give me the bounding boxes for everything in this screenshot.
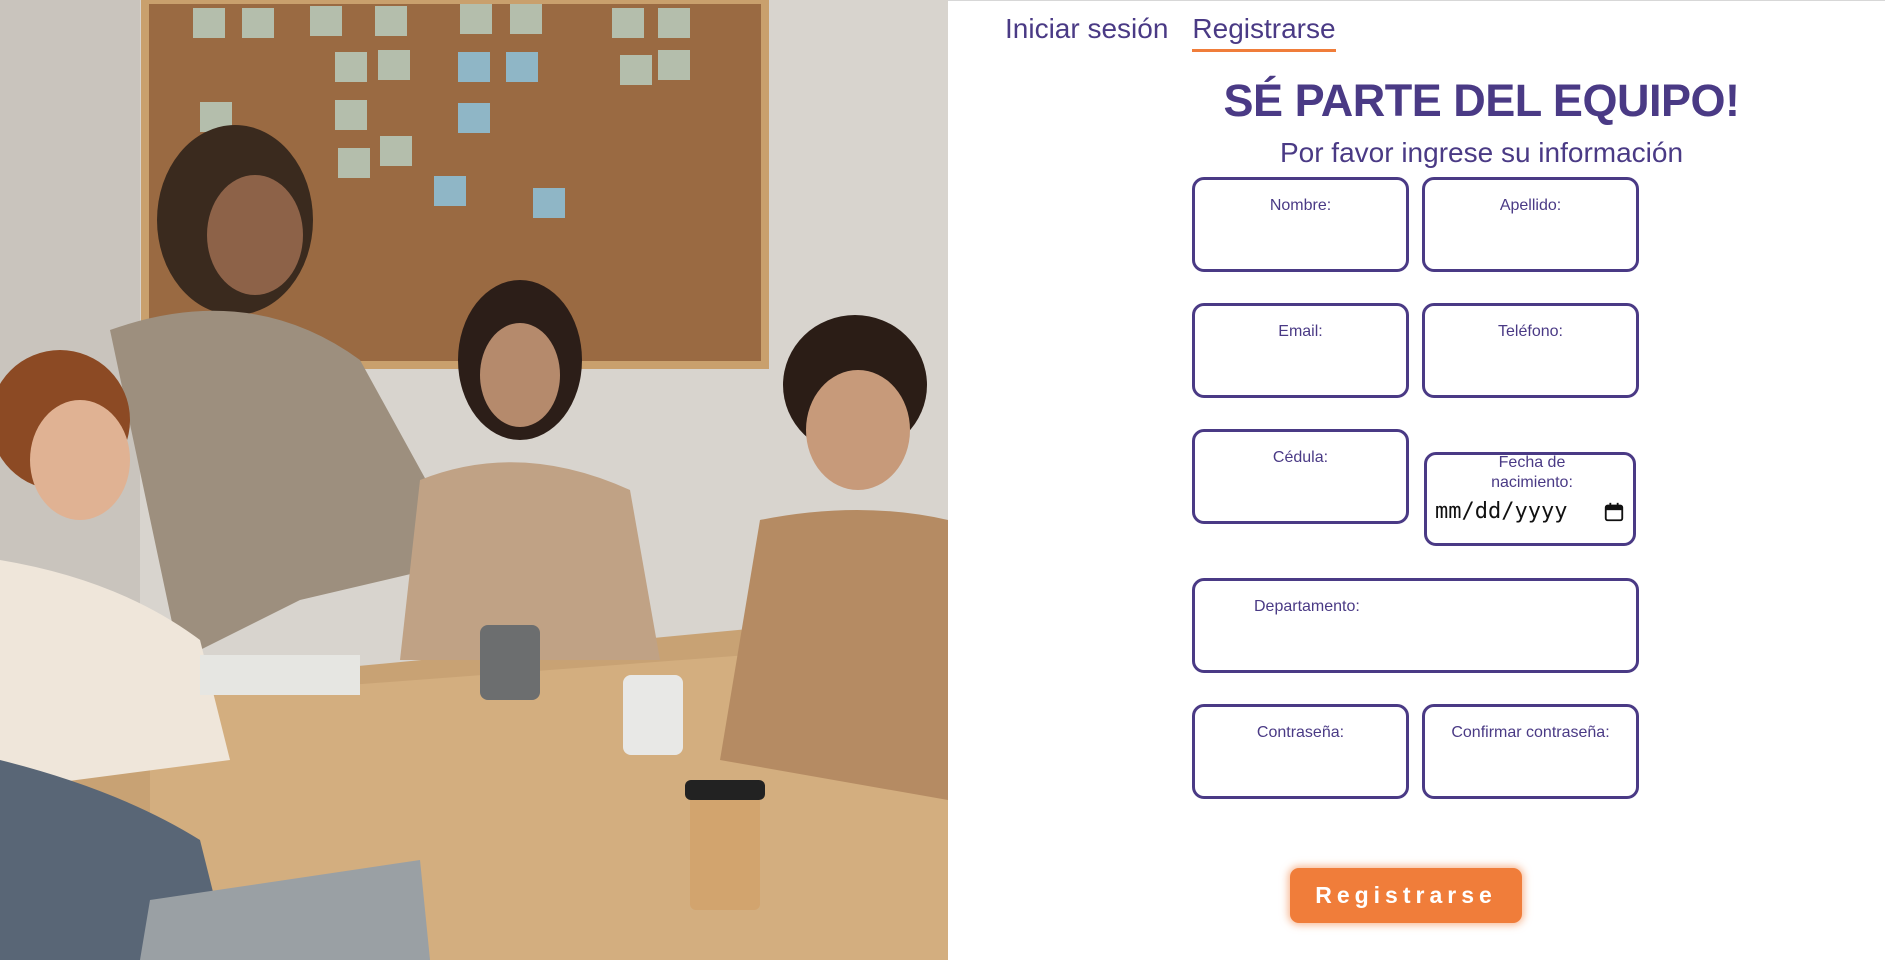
calendar-icon[interactable] — [1603, 501, 1625, 523]
department-label: Departamento: — [1254, 598, 1360, 615]
birthdate-placeholder: mm/dd/yyyy — [1435, 499, 1568, 524]
id-number-field[interactable]: Cédula: — [1192, 429, 1409, 524]
last-name-input[interactable] — [1435, 231, 1626, 261]
page-subtitle: Por favor ingrese su información — [948, 137, 1885, 169]
register-button[interactable]: Registrarse — [1290, 868, 1522, 923]
birthdate-label: Fecha de nacimiento: — [1491, 454, 1573, 491]
first-name-field[interactable]: Nombre: — [1192, 177, 1409, 272]
register-panel: Iniciar sesión Registrarse SÉ PARTE DEL … — [948, 0, 1885, 960]
phone-field[interactable]: Teléfono: — [1422, 303, 1639, 398]
tab-register[interactable]: Registrarse — [1192, 11, 1336, 52]
id-number-label: Cédula: — [1272, 449, 1329, 466]
birthdate-field[interactable]: Fecha de nacimiento: mm/dd/yyyy — [1424, 452, 1636, 546]
auth-tabs: Iniciar sesión Registrarse — [1005, 11, 1336, 52]
phone-input[interactable] — [1435, 357, 1626, 387]
last-name-label: Apellido: — [1499, 197, 1562, 214]
password-field[interactable]: Contraseña: — [1192, 704, 1409, 799]
id-number-input[interactable] — [1205, 483, 1396, 513]
page-subtitle-text: Por favor ingrese su información — [1279, 137, 1684, 168]
confirm-password-input[interactable] — [1435, 758, 1626, 788]
email-input[interactable] — [1205, 357, 1396, 387]
page-title-text: SÉ PARTE DEL EQUIPO! — [1223, 75, 1740, 126]
department-field[interactable]: Departamento: — [1192, 578, 1639, 673]
first-name-label: Nombre: — [1269, 197, 1332, 214]
phone-label: Teléfono: — [1498, 323, 1563, 340]
password-label: Contraseña: — [1256, 724, 1345, 741]
email-field[interactable]: Email: — [1192, 303, 1409, 398]
confirm-password-label: Confirmar contraseña: — [1451, 724, 1610, 741]
birthdate-input[interactable]: mm/dd/yyyy — [1435, 499, 1625, 524]
confirm-password-field[interactable]: Confirmar contraseña: — [1422, 704, 1639, 799]
team-meeting-photo — [0, 0, 948, 960]
email-label: Email: — [1278, 323, 1323, 340]
tab-login[interactable]: Iniciar sesión — [1005, 11, 1168, 52]
department-input[interactable] — [1205, 632, 1626, 662]
password-input[interactable] — [1205, 758, 1396, 788]
last-name-field[interactable]: Apellido: — [1422, 177, 1639, 272]
first-name-input[interactable] — [1205, 231, 1396, 261]
page-title: SÉ PARTE DEL EQUIPO! — [948, 75, 1885, 127]
